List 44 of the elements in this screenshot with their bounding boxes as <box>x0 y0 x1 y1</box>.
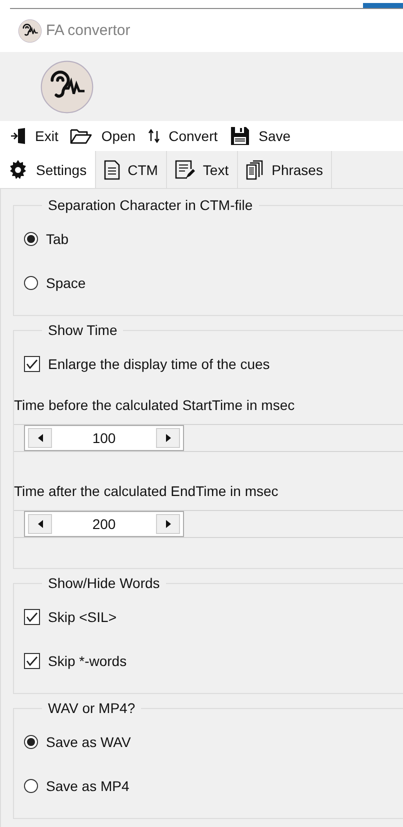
checkbox-label: Skip <SIL> <box>48 609 116 625</box>
radio-button[interactable] <box>24 276 38 290</box>
group-title: WAV or MP4? <box>47 700 136 716</box>
checkbox[interactable] <box>24 653 40 669</box>
exit-icon <box>10 127 26 145</box>
left-triangle-icon <box>38 434 42 442</box>
increment-button[interactable] <box>156 428 180 448</box>
window-title: FA convertor <box>46 22 130 39</box>
group-title: Show Time <box>47 322 118 338</box>
app-logo <box>40 60 94 114</box>
checkbox[interactable] <box>24 356 40 372</box>
radio-label: Save as MP4 <box>46 778 130 794</box>
window-edge <box>363 3 403 8</box>
folder-icon <box>70 128 92 144</box>
increment-button[interactable] <box>156 514 180 534</box>
radio-label: Save as WAV <box>46 734 131 750</box>
field-label: Time after the calculated EndTime in msec <box>14 482 280 501</box>
gear-icon <box>8 160 28 180</box>
toolbar-button[interactable]: Save <box>230 126 291 146</box>
field-label: Time before the calculated StartTime in msec <box>14 396 296 415</box>
toolbar-button[interactable]: Convert <box>148 128 218 144</box>
app-icon <box>18 18 42 42</box>
radio-label: Tab <box>46 231 69 247</box>
checkbox-label: Enlarge the display time of the cues <box>48 356 270 372</box>
right-triangle-icon <box>166 434 170 442</box>
group-title: Show/Hide Words <box>47 575 161 591</box>
toolbar-button[interactable]: Open <box>70 128 136 144</box>
left-triangle-icon <box>38 520 42 528</box>
stacked-pages-icon <box>246 160 264 180</box>
right-triangle-icon <box>166 520 170 528</box>
toolbar-button[interactable]: Exit <box>10 127 58 145</box>
group-title: Separation Character in CTM-file <box>47 197 254 213</box>
radio-button[interactable] <box>24 779 38 793</box>
decrement-button[interactable] <box>28 428 52 448</box>
radio-button[interactable] <box>24 232 38 246</box>
radio-button[interactable] <box>24 735 38 749</box>
document-icon <box>104 160 120 180</box>
tab[interactable]: Settings <box>0 151 96 188</box>
radio-label: Space <box>46 275 86 291</box>
sort-arrows-icon <box>148 129 160 143</box>
checkbox-label: Skip *-words <box>48 653 127 669</box>
decrement-button[interactable] <box>28 514 52 534</box>
note-edit-icon <box>174 160 195 180</box>
checkbox[interactable] <box>24 609 40 625</box>
